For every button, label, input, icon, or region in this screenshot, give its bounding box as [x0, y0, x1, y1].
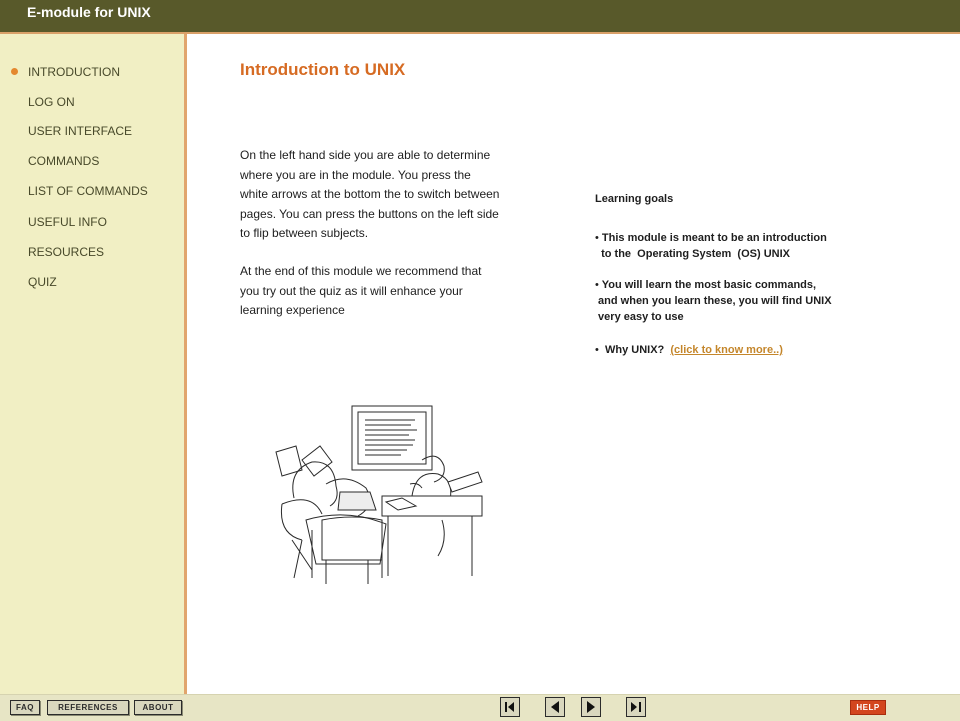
intro-line: On the left hand side you are able to de…: [240, 148, 491, 162]
sidebar-item-list-of-commands[interactable]: LIST OF COMMANDS: [28, 184, 148, 198]
next-page-icon: [587, 701, 595, 713]
goal-line: very easy to use: [595, 311, 684, 323]
learning-goals-heading: Learning goals: [595, 193, 674, 205]
first-page-button[interactable]: [500, 697, 520, 717]
intro-line: to flip between subjects.: [240, 226, 369, 240]
goal-line: This module is meant to be an introducti…: [601, 232, 827, 244]
references-button[interactable]: REFERENCES: [47, 700, 129, 715]
intro-line: pages. You can press the buttons on the …: [240, 206, 499, 221]
bullet-icon: •: [595, 344, 599, 356]
quiz-paragraph: At the end of this module we recommend t…: [240, 262, 535, 321]
quiz-line: you try out the quiz as it will enhance …: [240, 283, 463, 298]
sidebar-item-user-interface[interactable]: USER INTERFACE: [28, 124, 132, 138]
bullet-icon: •: [595, 232, 599, 244]
previous-page-icon: [551, 701, 559, 713]
last-page-icon: [631, 702, 641, 712]
bullet-icon: •: [595, 279, 599, 291]
about-button[interactable]: ABOUT: [134, 700, 182, 715]
goal-item: • This module is meant to be an introduc…: [595, 230, 827, 262]
last-page-button[interactable]: [626, 697, 646, 717]
goal-line: and when you learn these, you will find …: [595, 295, 832, 307]
title-bar: E-module for UNIX: [0, 0, 960, 32]
intro-line: where you are in the module. You press t…: [240, 167, 471, 182]
quiz-line: At the end of this module we recommend t…: [240, 264, 482, 278]
know-more-link[interactable]: (click to know more..): [670, 344, 782, 356]
why-unix-text: Why UNIX?: [601, 344, 665, 356]
goal-line: to the Operating System (OS) UNIX: [595, 248, 790, 260]
app-title: E-module for UNIX: [27, 4, 151, 20]
sidebar-item-log-on[interactable]: LOG ON: [28, 95, 75, 109]
next-page-button[interactable]: [581, 697, 601, 717]
quiz-line: learning experience: [240, 303, 345, 317]
classroom-illustration: [275, 405, 483, 584]
sidebar-item-resources[interactable]: RESOURCES: [28, 245, 104, 259]
why-unix-item: • Why UNIX? (click to know more..): [595, 342, 783, 358]
page-title: Introduction to UNIX: [240, 60, 406, 79]
sidebar-divider: [184, 34, 187, 694]
faq-button[interactable]: FAQ: [10, 700, 40, 715]
intro-paragraph: On the left hand side you are able to de…: [240, 146, 535, 244]
first-page-icon: [505, 702, 514, 712]
sidebar-item-commands[interactable]: COMMANDS: [28, 154, 99, 168]
sidebar-item-useful-info[interactable]: USEFUL INFO: [28, 215, 107, 229]
help-button[interactable]: HELP: [850, 700, 886, 715]
goal-item: • You will learn the most basic commands…: [595, 277, 832, 325]
sidebar-item-introduction[interactable]: INTRODUCTION: [28, 65, 120, 79]
goal-line: You will learn the most basic commands,: [601, 279, 817, 291]
active-item-dot-icon: [11, 68, 18, 75]
sidebar-item-quiz[interactable]: QUIZ: [28, 275, 57, 289]
previous-page-button[interactable]: [545, 697, 565, 717]
intro-line: white arrows at the bottom the to switch…: [240, 187, 500, 201]
